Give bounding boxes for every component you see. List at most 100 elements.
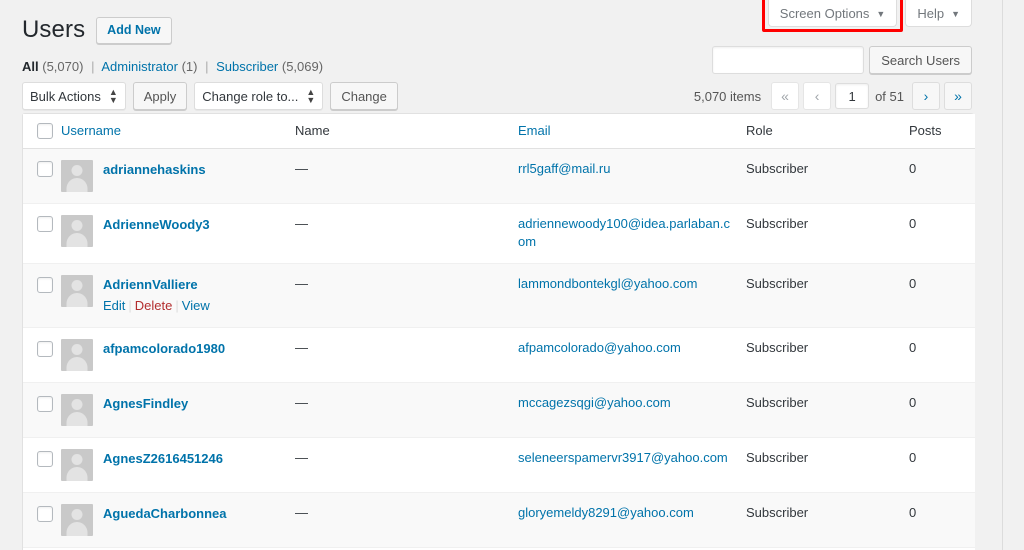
search-input[interactable] — [712, 46, 865, 74]
posts-cell: 0 — [891, 326, 975, 383]
help-button[interactable]: Help ▼ — [905, 0, 972, 27]
username-link[interactable]: AdrienneWoody3 — [103, 216, 210, 235]
row-select-cell — [23, 491, 61, 548]
posts-cell: 0 — [891, 491, 975, 548]
posts-cell: 0 — [891, 381, 975, 438]
select-all-checkbox[interactable] — [37, 122, 53, 139]
row-checkbox[interactable] — [37, 505, 53, 522]
users-table: Username Name Email Role Posts adrianneh… — [23, 114, 975, 550]
row-checkbox[interactable] — [37, 340, 53, 357]
role-cell: Subscriber — [746, 381, 891, 438]
column-header-email-link[interactable]: Email — [518, 123, 551, 138]
avatar — [61, 214, 93, 247]
help-label: Help — [917, 5, 945, 21]
screen-options-wrap: Screen Options ▼ — [761, 0, 904, 32]
username-link[interactable]: AdriennValliere — [103, 276, 210, 295]
name-cell: — — [295, 491, 518, 548]
posts-cell: 0 — [891, 436, 975, 493]
page-right-gutter — [1002, 0, 1024, 550]
row-action-separator: | — [128, 298, 132, 314]
next-page-button[interactable]: › — [912, 82, 940, 110]
select-all-header — [23, 114, 61, 149]
column-header-posts: Posts — [891, 114, 975, 149]
filter-link-all[interactable]: All — [22, 59, 39, 74]
search-users-button[interactable]: Search Users — [869, 46, 972, 74]
bulk-actions-label: Bulk Actions — [30, 88, 101, 104]
email-link[interactable]: gloryemeldy8291@yahoo.com — [518, 504, 694, 523]
username-cell: AguedaCharbonnea — [61, 491, 295, 548]
column-header-username-link[interactable]: Username — [61, 123, 121, 138]
search-box: Search Users — [712, 46, 972, 74]
avatar — [61, 338, 93, 371]
name-cell: — — [295, 326, 518, 383]
email-link[interactable]: rrl5gaff@mail.ru — [518, 160, 610, 179]
table-header-row: Username Name Email Role Posts — [23, 114, 975, 149]
add-new-button[interactable]: Add New — [96, 16, 172, 45]
apply-button[interactable]: Apply — [132, 82, 188, 110]
change-role-label: Change role to... — [202, 88, 299, 104]
last-page-button[interactable]: » — [944, 82, 972, 110]
row-action-delete[interactable]: Delete — [135, 298, 173, 313]
email-link[interactable]: afpamcolorado@yahoo.com — [518, 339, 681, 358]
row-actions: Edit | Delete | View — [103, 297, 210, 316]
bulk-actions-select[interactable]: Bulk Actions ▲ ▼ — [22, 82, 126, 110]
row-checkbox[interactable] — [37, 161, 53, 178]
role-cell: Subscriber — [746, 491, 891, 548]
role-cell: Subscriber — [746, 202, 891, 264]
column-header-name: Name — [295, 114, 518, 149]
table-row: AgnesFindley — mccagezsqgi@yahoo.com Subscr… — [23, 381, 975, 438]
page-heading-group: Users Add New — [22, 16, 172, 45]
select-arrows-icon: ▲ ▼ — [306, 87, 316, 105]
row-checkbox[interactable] — [37, 276, 53, 293]
filter-count-subscriber: (5,069) — [281, 59, 324, 74]
filter-links: All (5,070) | Administrator (1) | Subscr… — [22, 58, 323, 76]
chevron-down-icon: ▼ — [876, 8, 886, 19]
username-link[interactable]: AgnesZ2616451246 — [103, 450, 223, 469]
email-link[interactable]: seleneerspamervr3917@yahoo.com — [518, 449, 728, 468]
role-cell: Subscriber — [746, 263, 891, 328]
row-checkbox[interactable] — [37, 450, 53, 467]
row-action-view[interactable]: View — [182, 298, 210, 313]
chevron-down-icon: ▼ — [951, 8, 960, 19]
username-link[interactable]: AgnesFindley — [103, 395, 188, 414]
screen-options-button[interactable]: Screen Options ▼ — [767, 0, 898, 27]
email-cell: rrl5gaff@mail.ru — [518, 148, 746, 203]
email-link[interactable]: lammondbontekgl@yahoo.com — [518, 275, 697, 294]
name-cell: — — [295, 160, 308, 176]
avatar — [61, 159, 93, 192]
table-head: Username Name Email Role Posts — [23, 114, 975, 149]
change-role-select[interactable]: Change role to... ▲ ▼ — [194, 82, 324, 110]
avatar — [61, 393, 93, 426]
table-row: afpamcolorado1980 — afpamcolorado@yahoo.co… — [23, 326, 975, 383]
email-link[interactable]: mccagezsqgi@yahoo.com — [518, 394, 671, 413]
username-cell: AdrienneWoody3 — [61, 202, 295, 264]
username-link[interactable]: afpamcolorado1980 — [103, 340, 225, 359]
posts-cell: 0 — [891, 263, 975, 328]
current-page-input[interactable] — [835, 83, 870, 109]
username-link[interactable]: AguedaCharbonnea — [103, 505, 227, 524]
row-select-cell — [23, 263, 61, 328]
avatar — [61, 448, 93, 481]
column-header-username: Username — [61, 114, 295, 149]
row-action-edit[interactable]: Edit — [103, 298, 125, 313]
table-row: adriannehaskins — rrl5gaff@mail.ru Subscrib… — [23, 148, 975, 204]
name-cell: — — [295, 202, 518, 264]
screen-meta-bar: Screen Options ▼ Help ▼ — [761, 0, 972, 32]
select-arrows-icon: ▲ ▼ — [108, 87, 118, 105]
change-role-button[interactable]: Change — [330, 82, 398, 110]
row-checkbox[interactable] — [37, 395, 53, 412]
filter-link-administrator[interactable]: Administrator — [101, 59, 178, 74]
email-cell: lammondbontekgl@yahoo.com — [518, 263, 746, 328]
email-link[interactable]: adriennewoody100@idea.parlaban.com — [518, 215, 736, 253]
row-checkbox[interactable] — [37, 216, 53, 233]
filter-link-subscriber[interactable]: Subscriber — [216, 59, 278, 74]
prev-page-button: ‹ — [803, 82, 832, 110]
row-select-cell — [23, 148, 61, 203]
users-admin-screen: Screen Options ▼ Help ▼ Users Add New Al… — [0, 0, 1024, 550]
username-cell: adriannehaskins — [61, 148, 295, 203]
email-cell: adriennewoody100@idea.parlaban.com — [518, 202, 746, 264]
username-link[interactable]: adriannehaskins — [103, 161, 206, 180]
username-cell: AgnesZ2616451246 — [61, 436, 295, 493]
row-select-cell — [23, 436, 61, 493]
username-cell: afpamcolorado1980 — [61, 326, 295, 383]
